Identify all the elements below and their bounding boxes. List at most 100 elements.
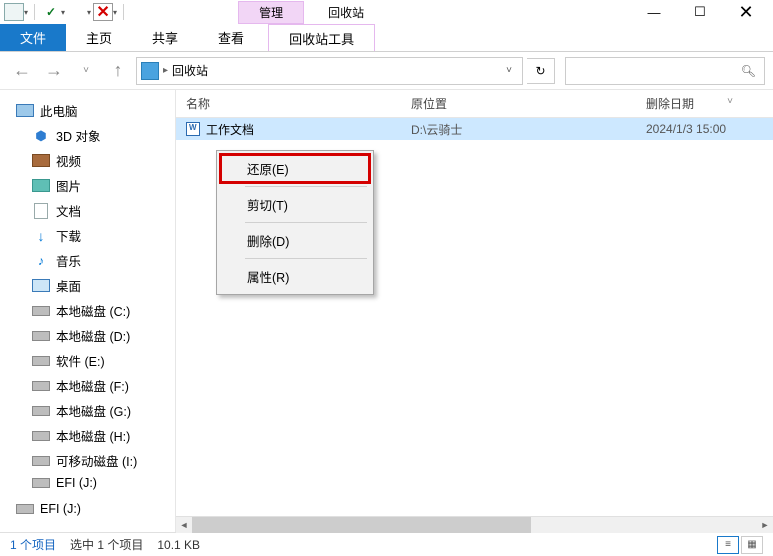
sidebar-item-disk-i[interactable]: 可移动磁盘 (I:) bbox=[0, 448, 175, 473]
disk-icon bbox=[32, 454, 50, 468]
separator bbox=[34, 4, 35, 20]
navigation-pane: 此电脑 ⬢ 3D 对象 视频 图片 文档 ↓下载 ♪音乐 桌面 本地磁盘 (C:)… bbox=[0, 90, 176, 532]
chevron-down-icon[interactable]: ▾ bbox=[113, 8, 117, 17]
sidebar-item-pictures[interactable]: 图片 bbox=[0, 173, 175, 198]
up-button[interactable]: ↑ bbox=[104, 57, 132, 85]
disk-icon bbox=[32, 329, 50, 343]
sidebar-item-disk-h[interactable]: 本地磁盘 (H:) bbox=[0, 423, 175, 448]
tab-share[interactable]: 共享 bbox=[132, 24, 198, 51]
column-headers: 名称 原位置 删除日期 ˅ bbox=[176, 90, 773, 118]
sidebar-item-label: 本地磁盘 (H:) bbox=[56, 426, 130, 445]
file-row-selected[interactable]: 工作文档 D:\云骑士 2024/1/3 15:00 bbox=[176, 118, 773, 140]
sidebar-item-downloads[interactable]: ↓下载 bbox=[0, 223, 175, 248]
disk-icon bbox=[32, 429, 50, 443]
view-switcher: ≡ ▦ bbox=[717, 536, 763, 554]
tab-view[interactable]: 查看 bbox=[198, 24, 264, 51]
context-menu-restore[interactable]: 还原(E) bbox=[219, 153, 371, 184]
sidebar-item-this-pc[interactable]: 此电脑 bbox=[0, 98, 175, 123]
chevron-down-icon[interactable]: ▾ bbox=[61, 8, 65, 17]
chevron-down-icon[interactable]: ˅ bbox=[500, 65, 518, 76]
sidebar-item-desktop[interactable]: 桌面 bbox=[0, 273, 175, 298]
context-menu-properties[interactable]: 属性(R) bbox=[219, 261, 371, 292]
details-view-button[interactable]: ≡ bbox=[717, 536, 739, 554]
sidebar-item-music[interactable]: ♪音乐 bbox=[0, 248, 175, 273]
sidebar-item-3d[interactable]: ⬢ 3D 对象 bbox=[0, 123, 175, 148]
contextual-tab-manage[interactable]: 管理 bbox=[238, 1, 304, 24]
scroll-track[interactable] bbox=[192, 517, 757, 533]
title-bar: ▾ ✓ ▾ ▾ ✕ ▾ 管理 回收站 — ☐ ✕ bbox=[0, 0, 773, 24]
sidebar-item-video[interactable]: 视频 bbox=[0, 148, 175, 173]
sidebar-item-disk-g[interactable]: 本地磁盘 (G:) bbox=[0, 398, 175, 423]
file-name-label: 工作文档 bbox=[206, 121, 254, 138]
disk-icon bbox=[16, 502, 34, 516]
sidebar-item-label: 本地磁盘 (C:) bbox=[56, 301, 130, 320]
address-input[interactable] bbox=[172, 64, 496, 78]
desktop-icon bbox=[32, 279, 50, 293]
main-area: 此电脑 ⬢ 3D 对象 视频 图片 文档 ↓下载 ♪音乐 桌面 本地磁盘 (C:)… bbox=[0, 90, 773, 532]
search-box[interactable]: 🔍︎ bbox=[565, 57, 765, 85]
scroll-left-icon[interactable]: ◄ bbox=[176, 517, 192, 533]
sidebar-item-label: 本地磁盘 (D:) bbox=[56, 326, 130, 345]
window-controls: — ☐ ✕ bbox=[631, 0, 769, 24]
sidebar-item-disk-f[interactable]: 本地磁盘 (F:) bbox=[0, 373, 175, 398]
picture-icon bbox=[32, 179, 50, 193]
breadcrumb-arrow-icon[interactable]: ▸ bbox=[163, 65, 168, 76]
separator bbox=[245, 186, 367, 187]
chevron-down-icon[interactable]: ▾ bbox=[87, 8, 91, 17]
close-button[interactable]: ✕ bbox=[723, 0, 769, 24]
column-location[interactable]: 原位置 bbox=[401, 95, 636, 112]
quick-access-toolbar: ▾ ✓ ▾ ▾ ✕ ▾ bbox=[4, 3, 128, 21]
recycle-bin-icon bbox=[141, 62, 159, 80]
column-deleted-date[interactable]: 删除日期 bbox=[636, 95, 773, 112]
disk-icon bbox=[32, 379, 50, 393]
sidebar-item-label: 桌面 bbox=[56, 276, 81, 295]
scroll-thumb[interactable] bbox=[192, 517, 531, 533]
forward-button[interactable]: → bbox=[40, 57, 68, 85]
sidebar-item-label: EFI (J:) bbox=[40, 502, 81, 516]
disk-icon bbox=[32, 476, 50, 490]
address-bar[interactable]: ▸ ˅ bbox=[136, 57, 523, 85]
qat-delete-icon[interactable]: ✕ bbox=[93, 3, 113, 21]
sidebar-item-disk-d[interactable]: 本地磁盘 (D:) bbox=[0, 323, 175, 348]
disk-icon bbox=[32, 304, 50, 318]
sidebar-item-disk-e[interactable]: 软件 (E:) bbox=[0, 348, 175, 373]
minimize-button[interactable]: — bbox=[631, 0, 677, 24]
sidebar-item-disk-j2[interactable]: EFI (J:) bbox=[0, 499, 175, 519]
chevron-down-icon[interactable]: ˅ bbox=[72, 57, 100, 85]
sidebar-item-disk-c[interactable]: 本地磁盘 (C:) bbox=[0, 298, 175, 323]
back-button[interactable]: ← bbox=[8, 57, 36, 85]
qat-app-icon[interactable] bbox=[4, 3, 24, 21]
sidebar-item-documents[interactable]: 文档 bbox=[0, 198, 175, 223]
icons-view-button[interactable]: ▦ bbox=[741, 536, 763, 554]
context-menu-delete[interactable]: 删除(D) bbox=[219, 225, 371, 256]
separator bbox=[123, 4, 124, 20]
maximize-button[interactable]: ☐ bbox=[677, 0, 723, 24]
video-icon bbox=[32, 154, 50, 168]
context-menu-cut[interactable]: 剪切(T) bbox=[219, 189, 371, 220]
scroll-right-icon[interactable]: ► bbox=[757, 517, 773, 533]
file-location-cell: D:\云骑士 bbox=[401, 121, 636, 138]
file-deleted-cell: 2024/1/3 15:00 bbox=[636, 122, 773, 136]
cube-icon: ⬢ bbox=[32, 129, 50, 143]
refresh-button[interactable]: ↻ bbox=[527, 58, 555, 84]
sidebar-item-disk-j[interactable]: EFI (J:) bbox=[0, 473, 175, 493]
sidebar-item-label: EFI (J:) bbox=[56, 476, 97, 490]
sidebar-item-label: 软件 (E:) bbox=[56, 351, 105, 370]
sidebar-item-label: 可移动磁盘 (I:) bbox=[56, 451, 137, 470]
column-name[interactable]: 名称 bbox=[176, 95, 401, 112]
window-title: 回收站 bbox=[328, 4, 364, 21]
chevron-down-icon[interactable]: ▾ bbox=[24, 8, 28, 17]
sidebar-item-label: 文档 bbox=[56, 201, 81, 220]
qat-check-icon[interactable]: ✓ bbox=[41, 3, 61, 21]
sidebar-item-label: 3D 对象 bbox=[56, 126, 100, 145]
sidebar-item-label: 本地磁盘 (F:) bbox=[56, 376, 129, 395]
document-icon bbox=[32, 204, 50, 218]
sort-indicator-icon: ˅ bbox=[727, 96, 733, 107]
tab-recycle-tools[interactable]: 回收站工具 bbox=[268, 24, 375, 51]
tab-file[interactable]: 文件 bbox=[0, 24, 66, 51]
qat-blank-icon[interactable] bbox=[67, 3, 87, 21]
tab-home[interactable]: 主页 bbox=[66, 24, 132, 51]
music-icon: ♪ bbox=[32, 254, 50, 268]
horizontal-scrollbar[interactable]: ◄ ► bbox=[176, 516, 773, 532]
word-doc-icon bbox=[186, 122, 200, 136]
